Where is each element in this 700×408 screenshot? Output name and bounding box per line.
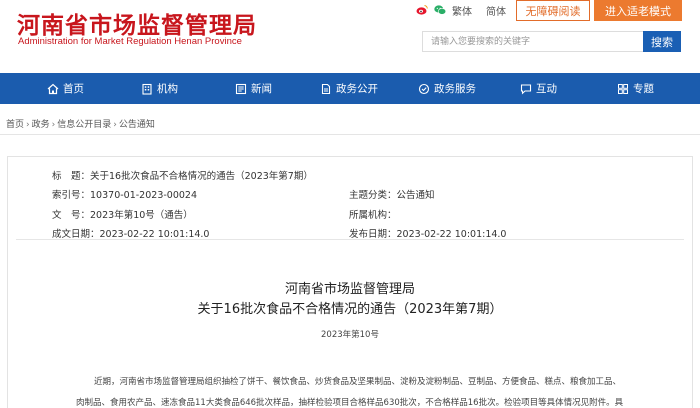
nav-item-label: 专题 bbox=[633, 83, 654, 95]
nav-item-label: 新闻 bbox=[251, 83, 272, 95]
breadcrumb-info-catalog[interactable]: 信息公开目录 bbox=[57, 120, 111, 130]
meta-subject-value: 公告通知 bbox=[396, 190, 435, 201]
site-logo-en: Administration for Market Regulation Hen… bbox=[18, 36, 242, 47]
meta-info-box: 标 题：关于16批次食品不合格情况的通告（2023年第7期） 索引号：10370… bbox=[16, 162, 684, 240]
nav-item-interaction[interactable]: 互动 bbox=[520, 73, 557, 104]
elder-mode-button[interactable]: 进入适老模式 bbox=[594, 0, 682, 21]
nav-item-label: 互动 bbox=[536, 83, 557, 95]
meta-title: 标 题：关于16批次食品不合格情况的通告（2023年第7期） bbox=[52, 171, 313, 182]
nav-item-label: 政务公开 bbox=[336, 83, 378, 95]
search-input[interactable] bbox=[422, 31, 644, 52]
simplified-chinese-link[interactable]: 简体 bbox=[486, 3, 506, 18]
weibo-icon[interactable] bbox=[416, 4, 428, 16]
meta-created-value: 2023-02-22 10:01:14.0 bbox=[99, 229, 210, 240]
news-icon bbox=[235, 83, 247, 94]
nav-item-home[interactable]: 首页 bbox=[47, 73, 84, 104]
traditional-chinese-link[interactable]: 繁体 bbox=[452, 3, 472, 18]
article-paragraph-line: 近期，河南省市场监督管理局组织抽检了饼干、餐饮食品、炒货食品及坚果制品、淀粉及淀… bbox=[94, 377, 622, 387]
home-icon bbox=[47, 83, 59, 94]
service-icon bbox=[418, 83, 430, 94]
nav-item-topics[interactable]: 专题 bbox=[617, 73, 654, 104]
meta-published: 发布日期：2023-02-22 10:01:14.0 bbox=[349, 229, 507, 240]
site-logo-cn[interactable]: 河南省市场监督管理局 bbox=[17, 6, 257, 40]
article-title-line1: 河南省市场监督管理局 bbox=[284, 282, 415, 297]
nav-item-gov-service[interactable]: 政务服务 bbox=[418, 73, 476, 104]
article-paragraph-line: 肉制品、食用农产品、速冻食品11大类食品646批次样品，抽样检验项目合格样品63… bbox=[76, 398, 624, 408]
breadcrumb-separator: › bbox=[113, 120, 117, 130]
article-doc-number: 2023年第10号 bbox=[321, 330, 379, 340]
main-nav: 首页 机构 新闻 政务公开 政务服务 互动 专题 bbox=[0, 73, 700, 104]
building-icon bbox=[142, 83, 152, 95]
meta-index-value: 10370-01-2023-00024 bbox=[90, 190, 198, 201]
accessible-reading-button[interactable]: 无障碍阅读 bbox=[516, 0, 590, 21]
nav-item-label: 机构 bbox=[157, 83, 178, 95]
wechat-icon[interactable] bbox=[434, 4, 447, 16]
breadcrumb-home[interactable]: 首页 bbox=[6, 120, 24, 130]
article-title-line2: 关于16批次食品不合格情况的通告（2023年第7期） bbox=[197, 302, 503, 317]
meta-docno: 文 号：2023年第10号（通告） bbox=[52, 210, 193, 221]
breadcrumb-divider bbox=[0, 134, 700, 135]
search-button[interactable]: 搜索 bbox=[643, 31, 681, 52]
breadcrumb-notices[interactable]: 公告通知 bbox=[119, 120, 155, 130]
chat-icon bbox=[520, 83, 532, 95]
nav-item-gov-affairs[interactable]: 政务公开 bbox=[320, 73, 378, 104]
top-links: 繁体 简体 bbox=[416, 2, 520, 18]
nav-item-organization[interactable]: 机构 bbox=[141, 73, 178, 104]
breadcrumb-gov[interactable]: 政务 bbox=[32, 120, 50, 130]
meta-title-value: 关于16批次食品不合格情况的通告（2023年第7期） bbox=[90, 171, 313, 182]
nav-item-news[interactable]: 新闻 bbox=[235, 73, 272, 104]
breadcrumb-separator: › bbox=[26, 120, 30, 130]
document-icon bbox=[321, 83, 331, 94]
meta-index: 索引号：10370-01-2023-00024 bbox=[52, 190, 198, 201]
grid-icon bbox=[618, 83, 628, 94]
meta-published-value: 2023-02-22 10:01:14.0 bbox=[396, 229, 507, 240]
site-header: 河南省市场监督管理局 Administration for Market Reg… bbox=[0, 0, 700, 72]
meta-created: 成文日期：2023-02-22 10:01:14.0 bbox=[52, 229, 210, 240]
meta-subject: 主题分类：公告通知 bbox=[349, 190, 435, 201]
nav-item-label: 首页 bbox=[63, 83, 84, 95]
breadcrumb-separator: › bbox=[51, 120, 56, 130]
breadcrumb: 首页 › 政务 › 信息公开目录 › 公告通知 bbox=[6, 117, 155, 130]
nav-item-label: 政务服务 bbox=[434, 83, 476, 95]
article-body: 近期，河南省市场监督管理局组织抽检了饼干、餐饮食品、炒货食品及坚果制品、淀粉及淀… bbox=[76, 372, 632, 408]
meta-org: 所属机构： bbox=[349, 210, 397, 221]
meta-docno-value: 2023年第10号（通告） bbox=[90, 210, 193, 221]
